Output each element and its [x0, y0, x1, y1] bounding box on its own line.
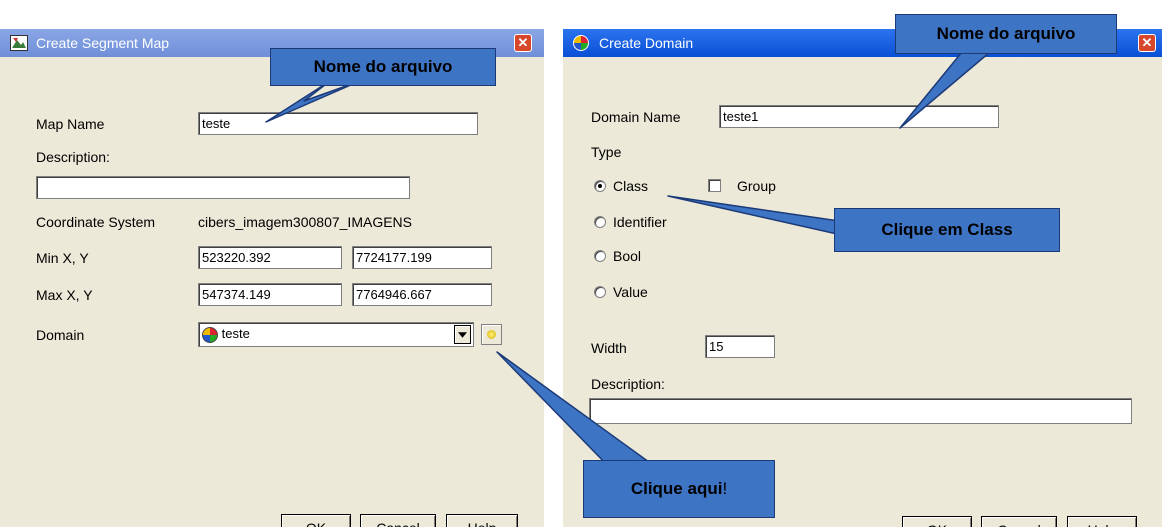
- help-button[interactable]: Help: [1067, 516, 1137, 527]
- domain-select-value: teste: [221, 326, 250, 341]
- radio-class-label[interactable]: Class: [613, 178, 648, 194]
- domain-name-value: teste1: [723, 109, 759, 124]
- domain-select-content: teste: [202, 326, 250, 343]
- max-y-value: 7764946.667: [356, 287, 432, 302]
- description-label: Description:: [36, 149, 110, 165]
- description-label: Description:: [591, 376, 665, 392]
- radio-value-label[interactable]: Value: [613, 284, 648, 300]
- callout-class-hint: Clique em Class: [834, 208, 1060, 252]
- map-name-label: Map Name: [36, 116, 105, 132]
- callout-text-prefix: Clique: [630, 479, 688, 498]
- map-name-value: teste: [202, 116, 231, 131]
- min-x-value: 523220.392: [202, 250, 271, 265]
- min-xy-label: Min X, Y: [36, 250, 89, 266]
- group-checkbox-label[interactable]: Group: [737, 178, 776, 194]
- ok-button[interactable]: OK: [281, 514, 351, 527]
- width-input[interactable]: 15: [705, 335, 775, 358]
- cancel-button[interactable]: Cancel: [360, 514, 436, 527]
- callout-text-bold: aqui: [687, 479, 723, 498]
- cancel-button[interactable]: Cancel: [981, 516, 1057, 527]
- max-y-input[interactable]: 7764946.667: [352, 283, 492, 306]
- domain-name-label: Domain Name: [591, 109, 681, 125]
- domain-label: Domain: [36, 327, 85, 343]
- radio-identifier-label[interactable]: Identifier: [613, 214, 667, 230]
- help-button[interactable]: Help: [446, 514, 518, 527]
- new-domain-button[interactable]: [481, 324, 502, 345]
- close-icon[interactable]: ✕: [1139, 34, 1155, 52]
- create-domain-dialog: Create Domain ✕ Domain Name teste1 Type …: [563, 29, 1162, 527]
- radio-bool[interactable]: [594, 250, 606, 262]
- coordinate-system-value: cibers_imagem300807_IMAGENS: [198, 214, 412, 230]
- max-x-input[interactable]: 547374.149: [198, 283, 342, 306]
- create-segment-map-dialog: Create Segment Map ✕ Map Name teste Desc…: [0, 29, 544, 527]
- max-xy-label: Max X, Y: [36, 287, 93, 303]
- width-label: Width: [591, 340, 627, 356]
- domain-globe-icon: [573, 35, 589, 51]
- callout-text: Clique em Class: [881, 220, 1013, 239]
- window-title: Create Domain: [599, 35, 694, 51]
- callout-left-file-name: Nome do arquivo: [270, 48, 496, 86]
- dropdown-arrow-button[interactable]: [454, 325, 471, 344]
- domain-select[interactable]: teste: [198, 322, 474, 347]
- close-icon[interactable]: ✕: [515, 34, 531, 52]
- callout-right-file-name: Nome do arquivo: [895, 14, 1117, 54]
- segment-map-icon: [10, 35, 28, 51]
- ok-button[interactable]: OK: [902, 516, 972, 527]
- close-button[interactable]: ✕: [514, 34, 532, 52]
- callout-text: Nome do arquivo: [313, 57, 453, 76]
- window-title: Create Segment Map: [36, 35, 170, 51]
- dialog-body: Map Name teste Description: Coordinate S…: [0, 57, 544, 527]
- dialog-body: Domain Name teste1 Type Class Group Iden…: [563, 57, 1162, 527]
- width-value: 15: [709, 339, 724, 354]
- min-y-value: 7724177.199: [356, 250, 432, 265]
- chevron-down-icon: [458, 332, 467, 338]
- domain-globe-icon: [202, 326, 218, 343]
- description-input[interactable]: [36, 176, 410, 199]
- radio-identifier[interactable]: [594, 216, 606, 228]
- callout-click-here: Clique aqui!: [583, 460, 775, 518]
- radio-bool-label[interactable]: Bool: [613, 248, 641, 264]
- radio-class[interactable]: [594, 180, 606, 192]
- new-item-icon: [487, 330, 496, 339]
- callout-text-suffix: !: [722, 479, 728, 498]
- type-label: Type: [591, 144, 622, 160]
- description-input[interactable]: [589, 398, 1132, 424]
- min-x-input[interactable]: 523220.392: [198, 246, 342, 269]
- radio-value[interactable]: [594, 286, 606, 298]
- domain-name-input[interactable]: teste1: [719, 105, 999, 128]
- max-x-value: 547374.149: [202, 287, 271, 302]
- close-button[interactable]: ✕: [1138, 34, 1156, 52]
- callout-text: Nome do arquivo: [936, 24, 1076, 43]
- min-y-input[interactable]: 7724177.199: [352, 246, 492, 269]
- group-checkbox[interactable]: [708, 179, 721, 192]
- map-name-input[interactable]: teste: [198, 112, 478, 135]
- coordinate-system-label: Coordinate System: [36, 214, 156, 230]
